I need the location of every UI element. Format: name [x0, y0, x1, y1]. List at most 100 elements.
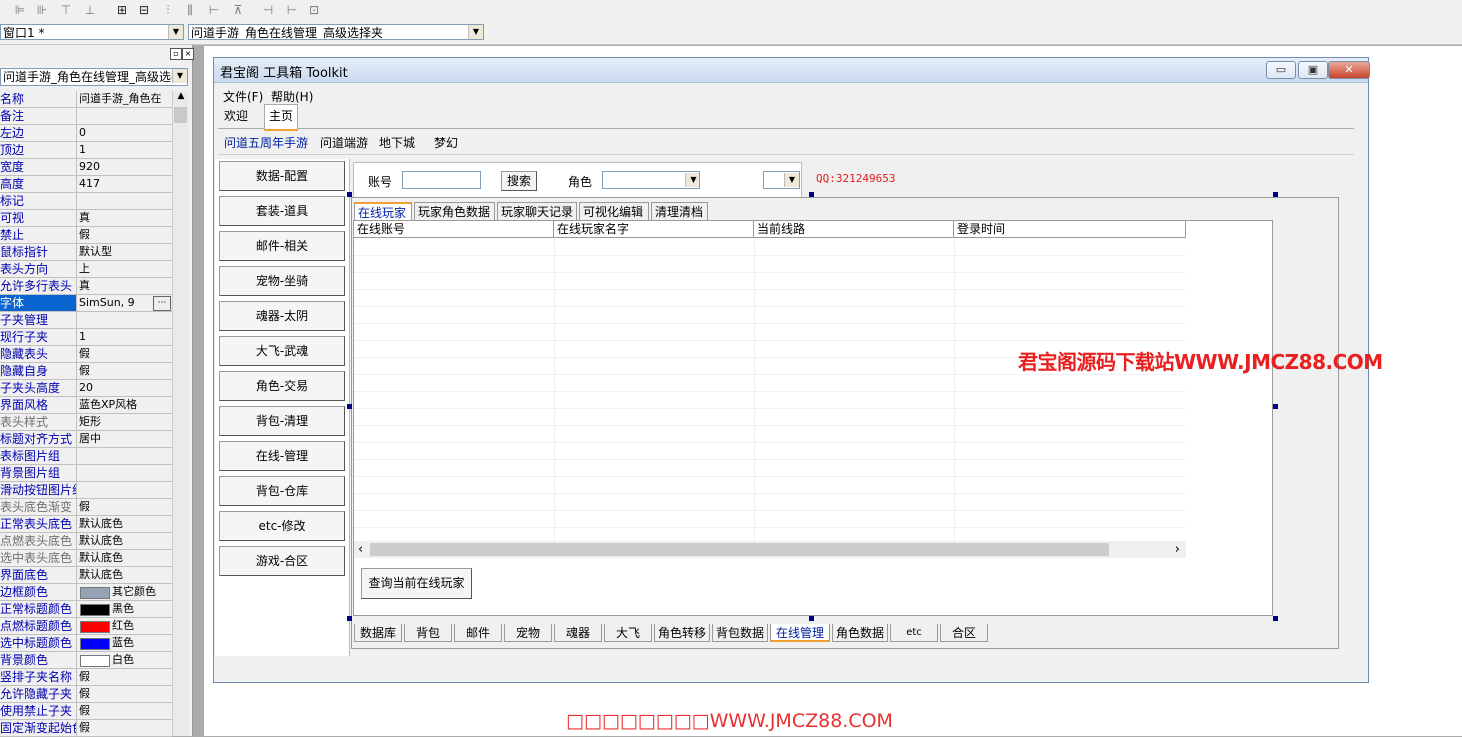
property-row[interactable]: 界面风格 蓝色XP风格 — [0, 397, 172, 414]
chevron-down-icon[interactable]: ▼ — [685, 173, 699, 187]
property-object-select[interactable]: 问道手游_角色在线管理_高级选择夹 ▼ — [0, 68, 188, 86]
property-row[interactable]: 左边 0 — [0, 125, 172, 142]
account-input[interactable] — [402, 171, 481, 189]
property-value[interactable]: 假 — [79, 686, 171, 702]
property-value[interactable]: 20 — [79, 380, 171, 396]
minimize-button[interactable]: ▭ — [1266, 61, 1296, 79]
column-header-login-time[interactable]: 登录时间 — [954, 221, 1186, 238]
tab-clear-archive[interactable]: 清理清档 — [651, 202, 708, 220]
property-row[interactable]: 表头底色渐变假 — [0, 499, 172, 516]
property-value[interactable]: 1 — [79, 329, 171, 345]
scroll-up-icon[interactable]: ▲ — [175, 91, 187, 105]
property-row[interactable]: 禁止假 — [0, 227, 172, 244]
tab-wd-pc[interactable]: 问道端游 — [316, 134, 372, 152]
btab-role-transfer[interactable]: 角色转移 — [654, 624, 710, 642]
property-value[interactable]: 0 — [79, 125, 171, 141]
property-value[interactable]: 问道手游_角色在 — [79, 91, 171, 107]
property-value[interactable]: 其它颜色 — [112, 584, 172, 600]
color-swatch[interactable] — [80, 587, 110, 599]
same-width-icon[interactable]: ⊞ — [114, 3, 130, 18]
selection-handle[interactable] — [1273, 404, 1278, 409]
property-row[interactable]: 滑动按钮图片组 — [0, 482, 172, 499]
close-icon[interactable]: × — [182, 48, 194, 60]
window-titlebar[interactable]: 君宝阁 工具箱 Toolkit ▭ ▣ ✕ — [214, 58, 1370, 83]
property-value[interactable]: 真 — [79, 278, 171, 294]
align-bottom-icon[interactable]: ⊥ — [82, 3, 98, 18]
chevron-down-icon[interactable]: ▼ — [168, 25, 183, 39]
property-row[interactable]: 备注 — [0, 108, 172, 125]
property-row[interactable]: 正常表头底色 默认底色 — [0, 516, 172, 533]
btab-database[interactable]: 数据库 — [354, 624, 402, 642]
tab-player-role-data[interactable]: 玩家角色数据 — [414, 202, 495, 220]
horizontal-scrollbar[interactable]: ‹ › — [354, 541, 1186, 558]
property-value[interactable]: 黑色 — [112, 601, 172, 617]
property-row[interactable]: 界面底色 默认底色 — [0, 567, 172, 584]
align-top-icon[interactable]: ⊤ — [58, 3, 74, 18]
btab-online-manage[interactable]: 在线管理 — [770, 624, 830, 642]
role-select[interactable]: ▼ — [602, 171, 700, 189]
property-row[interactable]: 表头方向上 — [0, 261, 172, 278]
column-header-line[interactable]: 当前线路 — [754, 221, 954, 238]
scroll-right-icon[interactable]: › — [1175, 541, 1180, 558]
menu-help[interactable]: 帮助(H) — [271, 88, 313, 105]
btab-merge[interactable]: 合区 — [940, 624, 988, 642]
property-value[interactable] — [79, 108, 171, 124]
selection-handle[interactable] — [809, 192, 814, 197]
tab-online-players[interactable]: 在线玩家 — [354, 202, 412, 220]
nav-button-mail[interactable]: 邮件-相关 — [219, 231, 345, 261]
spacing-icon[interactable]: ⊣ — [260, 3, 276, 18]
property-row[interactable]: 表标图片组 — [0, 448, 172, 465]
property-row[interactable]: 选中标题颜色 蓝色 — [0, 635, 172, 652]
nav-button-merge[interactable]: 游戏-合区 — [219, 546, 345, 576]
font-picker-button[interactable]: ··· — [153, 296, 171, 311]
property-value[interactable]: 默认底色 — [79, 516, 171, 532]
property-row[interactable]: 点燃标题颜色 红色 — [0, 618, 172, 635]
property-value[interactable]: 真 — [79, 210, 171, 226]
selection-handle[interactable] — [347, 404, 352, 409]
grid-icon[interactable]: ⊡ — [306, 3, 322, 18]
property-row[interactable]: 边框颜色 其它颜色 — [0, 584, 172, 601]
property-row[interactable]: 标题对齐方式 居中 — [0, 431, 172, 448]
color-swatch[interactable] — [80, 621, 110, 633]
nav-button-data-config[interactable]: 数据-配置 — [219, 161, 345, 191]
property-value[interactable]: 假 — [79, 499, 171, 515]
property-value[interactable] — [79, 312, 171, 328]
property-row[interactable]: 正常标题颜色 黑色 — [0, 601, 172, 618]
property-value[interactable]: 假 — [79, 363, 171, 379]
property-row[interactable]: 鼠标指针 默认型 — [0, 244, 172, 261]
query-online-button[interactable]: 查询当前在线玩家 — [361, 568, 472, 599]
tab-visual-edit[interactable]: 可视化编辑 — [579, 202, 649, 220]
space-vertical-icon[interactable]: ⊢ — [206, 3, 222, 18]
property-value[interactable]: 矩形 — [79, 414, 171, 430]
tab-home[interactable]: 主页 — [264, 104, 299, 131]
selection-handle[interactable] — [809, 616, 814, 621]
property-row[interactable]: 标记 — [0, 193, 172, 210]
color-swatch[interactable] — [80, 655, 110, 667]
property-scrollbar[interactable]: ▲ — [172, 91, 189, 736]
selection-handle[interactable] — [1273, 616, 1278, 621]
property-row[interactable]: 允许多行表头真 — [0, 278, 172, 295]
property-row[interactable]: 背景颜色 白色 — [0, 652, 172, 669]
center-horizontal-icon[interactable]: ⫶ — [160, 3, 176, 18]
property-value[interactable] — [79, 465, 171, 481]
property-row[interactable]: 可视真 — [0, 210, 172, 227]
property-value[interactable]: 居中 — [79, 431, 171, 447]
property-row[interactable]: 子夹管理 — [0, 312, 172, 329]
search-button[interactable]: 搜索 — [501, 171, 537, 191]
property-row[interactable]: 名称 问道手游_角色在 — [0, 91, 172, 108]
chevron-down-icon[interactable]: ▼ — [468, 25, 483, 39]
btab-role-data[interactable]: 角色数据 — [832, 624, 888, 642]
property-value[interactable]: 假 — [79, 669, 171, 685]
property-row[interactable]: 宽度 920 — [0, 159, 172, 176]
property-row[interactable]: 子夹头高度 20 — [0, 380, 172, 397]
property-row[interactable]: 表头样式 矩形 — [0, 414, 172, 431]
property-row[interactable]: 顶边 1 — [0, 142, 172, 159]
property-value[interactable]: 蓝色XP风格 — [79, 397, 171, 413]
same-height-icon[interactable]: ⊟ — [136, 3, 152, 18]
spacing-h-icon[interactable]: ⊢ — [284, 3, 300, 18]
nav-button-bag-clear[interactable]: 背包-清理 — [219, 406, 345, 436]
property-row[interactable]: 隐藏表头假 — [0, 346, 172, 363]
property-value[interactable]: 假 — [79, 227, 171, 243]
nav-button-dafei[interactable]: 大飞-武魂 — [219, 336, 345, 366]
property-row[interactable]: 背景图片组 — [0, 465, 172, 482]
